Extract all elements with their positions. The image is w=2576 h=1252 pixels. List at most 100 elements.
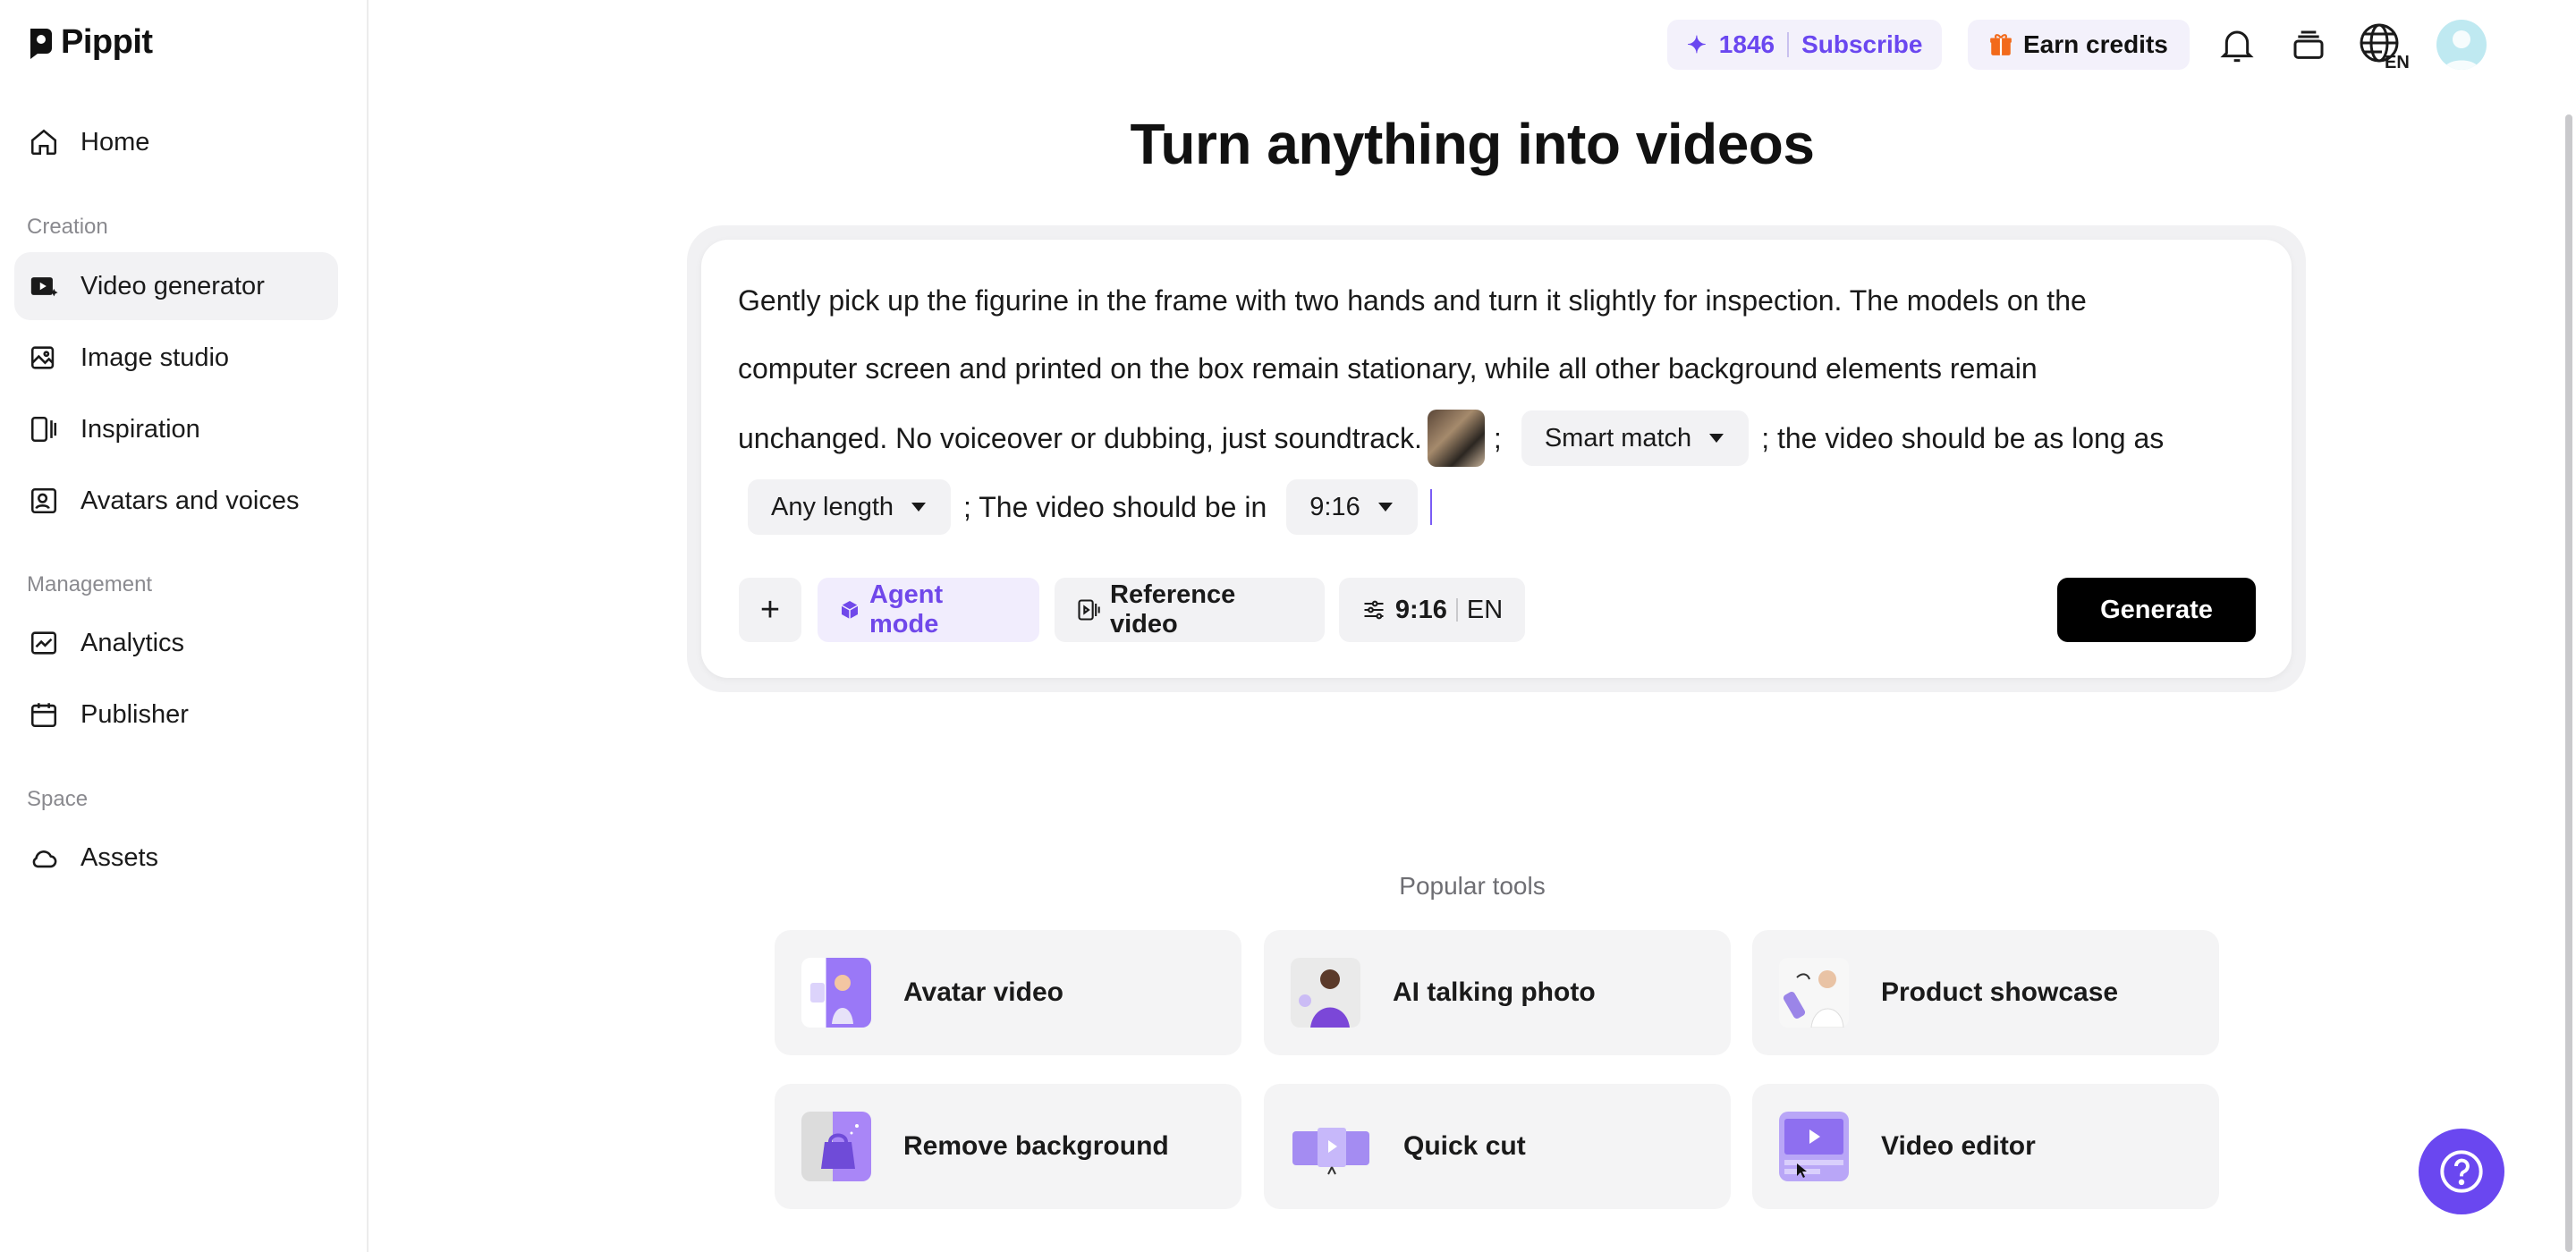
reference-image-thumbnail[interactable] bbox=[1427, 410, 1485, 467]
sidebar: Pippit Home Creation Video generator Ima… bbox=[0, 0, 369, 1252]
tool-card-label: Video editor bbox=[1881, 1131, 2036, 1161]
cloud-icon bbox=[27, 841, 61, 875]
caret-down-icon bbox=[1707, 433, 1725, 444]
tool-card-quick-cut[interactable]: Quick cut bbox=[1264, 1084, 1731, 1209]
page-title-wrap: Turn anything into videos bbox=[369, 111, 2576, 177]
product-showcase-thumbnail bbox=[1779, 958, 1849, 1028]
avatar-video-thumbnail bbox=[801, 958, 871, 1028]
credits-count: 1846 bbox=[1718, 30, 1775, 58]
prompt-line-4[interactable]: Any length ; The video should be in 9:16 bbox=[748, 479, 1432, 535]
tool-card-label: Quick cut bbox=[1403, 1131, 1526, 1161]
popular-tools-heading: Popular tools bbox=[1399, 872, 1546, 900]
agent-mode-button[interactable]: Agent mode bbox=[818, 578, 1039, 642]
avatars-voices-icon bbox=[27, 484, 61, 518]
prompt-line-2[interactable]: computer screen and printed on the box r… bbox=[738, 352, 2038, 385]
length-label: Any length bbox=[771, 492, 894, 521]
language-code: EN bbox=[2385, 53, 2410, 70]
aspect-ratio-dropdown[interactable]: 9:16 bbox=[1286, 479, 1418, 535]
tool-card-product-showcase[interactable]: Product showcase bbox=[1752, 930, 2219, 1055]
sidebar-item-label: Avatars and voices bbox=[80, 486, 300, 515]
section-creation: Creation bbox=[27, 215, 108, 239]
prompt-text: ; The video should be in bbox=[963, 490, 1267, 523]
settings-button[interactable]: 9:16 EN bbox=[1339, 578, 1525, 642]
sidebar-item-inspiration[interactable]: Inspiration bbox=[14, 395, 338, 463]
earn-credits-button[interactable]: Earn credits bbox=[1968, 20, 2190, 70]
home-icon bbox=[27, 125, 61, 159]
pippit-logo-icon bbox=[30, 28, 52, 59]
notifications-bell-icon[interactable] bbox=[2215, 23, 2259, 68]
subscribe-link[interactable]: Subscribe bbox=[1801, 30, 1922, 59]
video-generator-icon bbox=[27, 269, 61, 303]
sidebar-item-home[interactable]: Home bbox=[14, 108, 338, 176]
agent-mode-label: Agent mode bbox=[869, 580, 944, 639]
sidebar-item-publisher[interactable]: Publisher bbox=[14, 681, 338, 749]
prompt-separator: ; bbox=[1493, 421, 1502, 454]
sparkle-icon: ✦ bbox=[1687, 30, 1707, 58]
tool-card-avatar-video[interactable]: Avatar video bbox=[775, 930, 1241, 1055]
sidebar-item-label: Image studio bbox=[80, 343, 230, 372]
earn-credits-label: Earn credits bbox=[2023, 30, 2168, 58]
caret-down-icon bbox=[1377, 502, 1394, 512]
gift-icon bbox=[1989, 32, 2012, 57]
reference-video-button[interactable]: Reference video bbox=[1055, 578, 1325, 642]
page-scrollbar[interactable] bbox=[2565, 114, 2572, 1252]
tool-card-label: Product showcase bbox=[1881, 977, 2119, 1007]
add-button[interactable]: + bbox=[739, 578, 801, 642]
ratio-label: 9:16 bbox=[1309, 492, 1360, 521]
sidebar-item-image-studio[interactable]: Image studio bbox=[14, 324, 338, 392]
smart-match-label: Smart match bbox=[1544, 423, 1692, 453]
image-studio-icon bbox=[27, 341, 61, 375]
cube-icon bbox=[839, 599, 860, 621]
page-title: Turn anything into videos bbox=[1130, 112, 1815, 176]
help-button[interactable] bbox=[2419, 1129, 2504, 1214]
tool-card-label: Remove background bbox=[903, 1131, 1169, 1161]
sidebar-item-assets[interactable]: Assets bbox=[14, 824, 338, 892]
ai-talking-photo-thumbnail bbox=[1291, 958, 1360, 1028]
text-cursor bbox=[1429, 489, 1432, 525]
prompt-text: unchanged. No voiceover or dubbing, just… bbox=[738, 421, 1422, 454]
pippit-logo[interactable]: Pippit bbox=[27, 23, 153, 62]
sidebar-item-label: Publisher bbox=[80, 699, 189, 729]
tool-card-video-editor[interactable]: Video editor bbox=[1752, 1084, 2219, 1209]
help-question-icon bbox=[2438, 1148, 2485, 1195]
divider bbox=[1455, 598, 1458, 622]
user-avatar[interactable] bbox=[2436, 20, 2487, 70]
sidebar-item-label: Inspiration bbox=[80, 414, 200, 444]
inspiration-icon bbox=[27, 412, 61, 446]
settings-ratio: 9:16 bbox=[1394, 595, 1447, 624]
remove-background-thumbnail bbox=[801, 1112, 871, 1181]
divider bbox=[1787, 32, 1790, 57]
reference-video-icon bbox=[1076, 597, 1101, 622]
tool-card-remove-background[interactable]: Remove background bbox=[775, 1084, 1241, 1209]
sidebar-item-video-generator[interactable]: Video generator bbox=[14, 252, 338, 320]
sliders-icon bbox=[1361, 597, 1386, 622]
generate-button[interactable]: Generate bbox=[2057, 578, 2256, 642]
credits-badge[interactable]: ✦ 1846 Subscribe bbox=[1667, 20, 1943, 70]
sidebar-item-label: Analytics bbox=[80, 628, 185, 657]
quick-cut-thumbnail bbox=[1291, 1112, 1371, 1181]
tool-card-label: Avatar video bbox=[903, 977, 1063, 1007]
sidebar-item-avatars-voices[interactable]: Avatars and voices bbox=[14, 467, 338, 535]
video-editor-thumbnail bbox=[1779, 1112, 1849, 1181]
sidebar-item-label: Home bbox=[80, 127, 150, 156]
prompt-line-1[interactable]: Gently pick up the figurine in the frame… bbox=[738, 284, 2087, 317]
prompt-line-3[interactable]: unchanged. No voiceover or dubbing, just… bbox=[738, 410, 2164, 467]
section-space: Space bbox=[27, 787, 89, 811]
caret-down-icon bbox=[910, 502, 928, 512]
settings-language: EN bbox=[1466, 595, 1504, 624]
language-globe-icon[interactable]: EN bbox=[2358, 23, 2415, 70]
smart-match-dropdown[interactable]: Smart match bbox=[1521, 410, 1750, 466]
layers-icon[interactable] bbox=[2286, 23, 2331, 68]
tool-card-ai-talking-photo[interactable]: AI talking photo bbox=[1264, 930, 1731, 1055]
analytics-icon bbox=[27, 626, 61, 660]
sidebar-item-analytics[interactable]: Analytics bbox=[14, 609, 338, 677]
tool-card-label: AI talking photo bbox=[1393, 977, 1596, 1007]
length-dropdown[interactable]: Any length bbox=[748, 479, 952, 535]
prompt-text: ; the video should be as long as bbox=[1761, 421, 2165, 454]
section-management: Management bbox=[27, 572, 153, 596]
reference-video-label: Reference video bbox=[1110, 580, 1236, 639]
sidebar-item-label: Video generator bbox=[80, 271, 265, 300]
calendar-icon bbox=[27, 698, 61, 732]
sidebar-item-label: Assets bbox=[80, 842, 159, 872]
app-name: Pippit bbox=[61, 23, 153, 61]
